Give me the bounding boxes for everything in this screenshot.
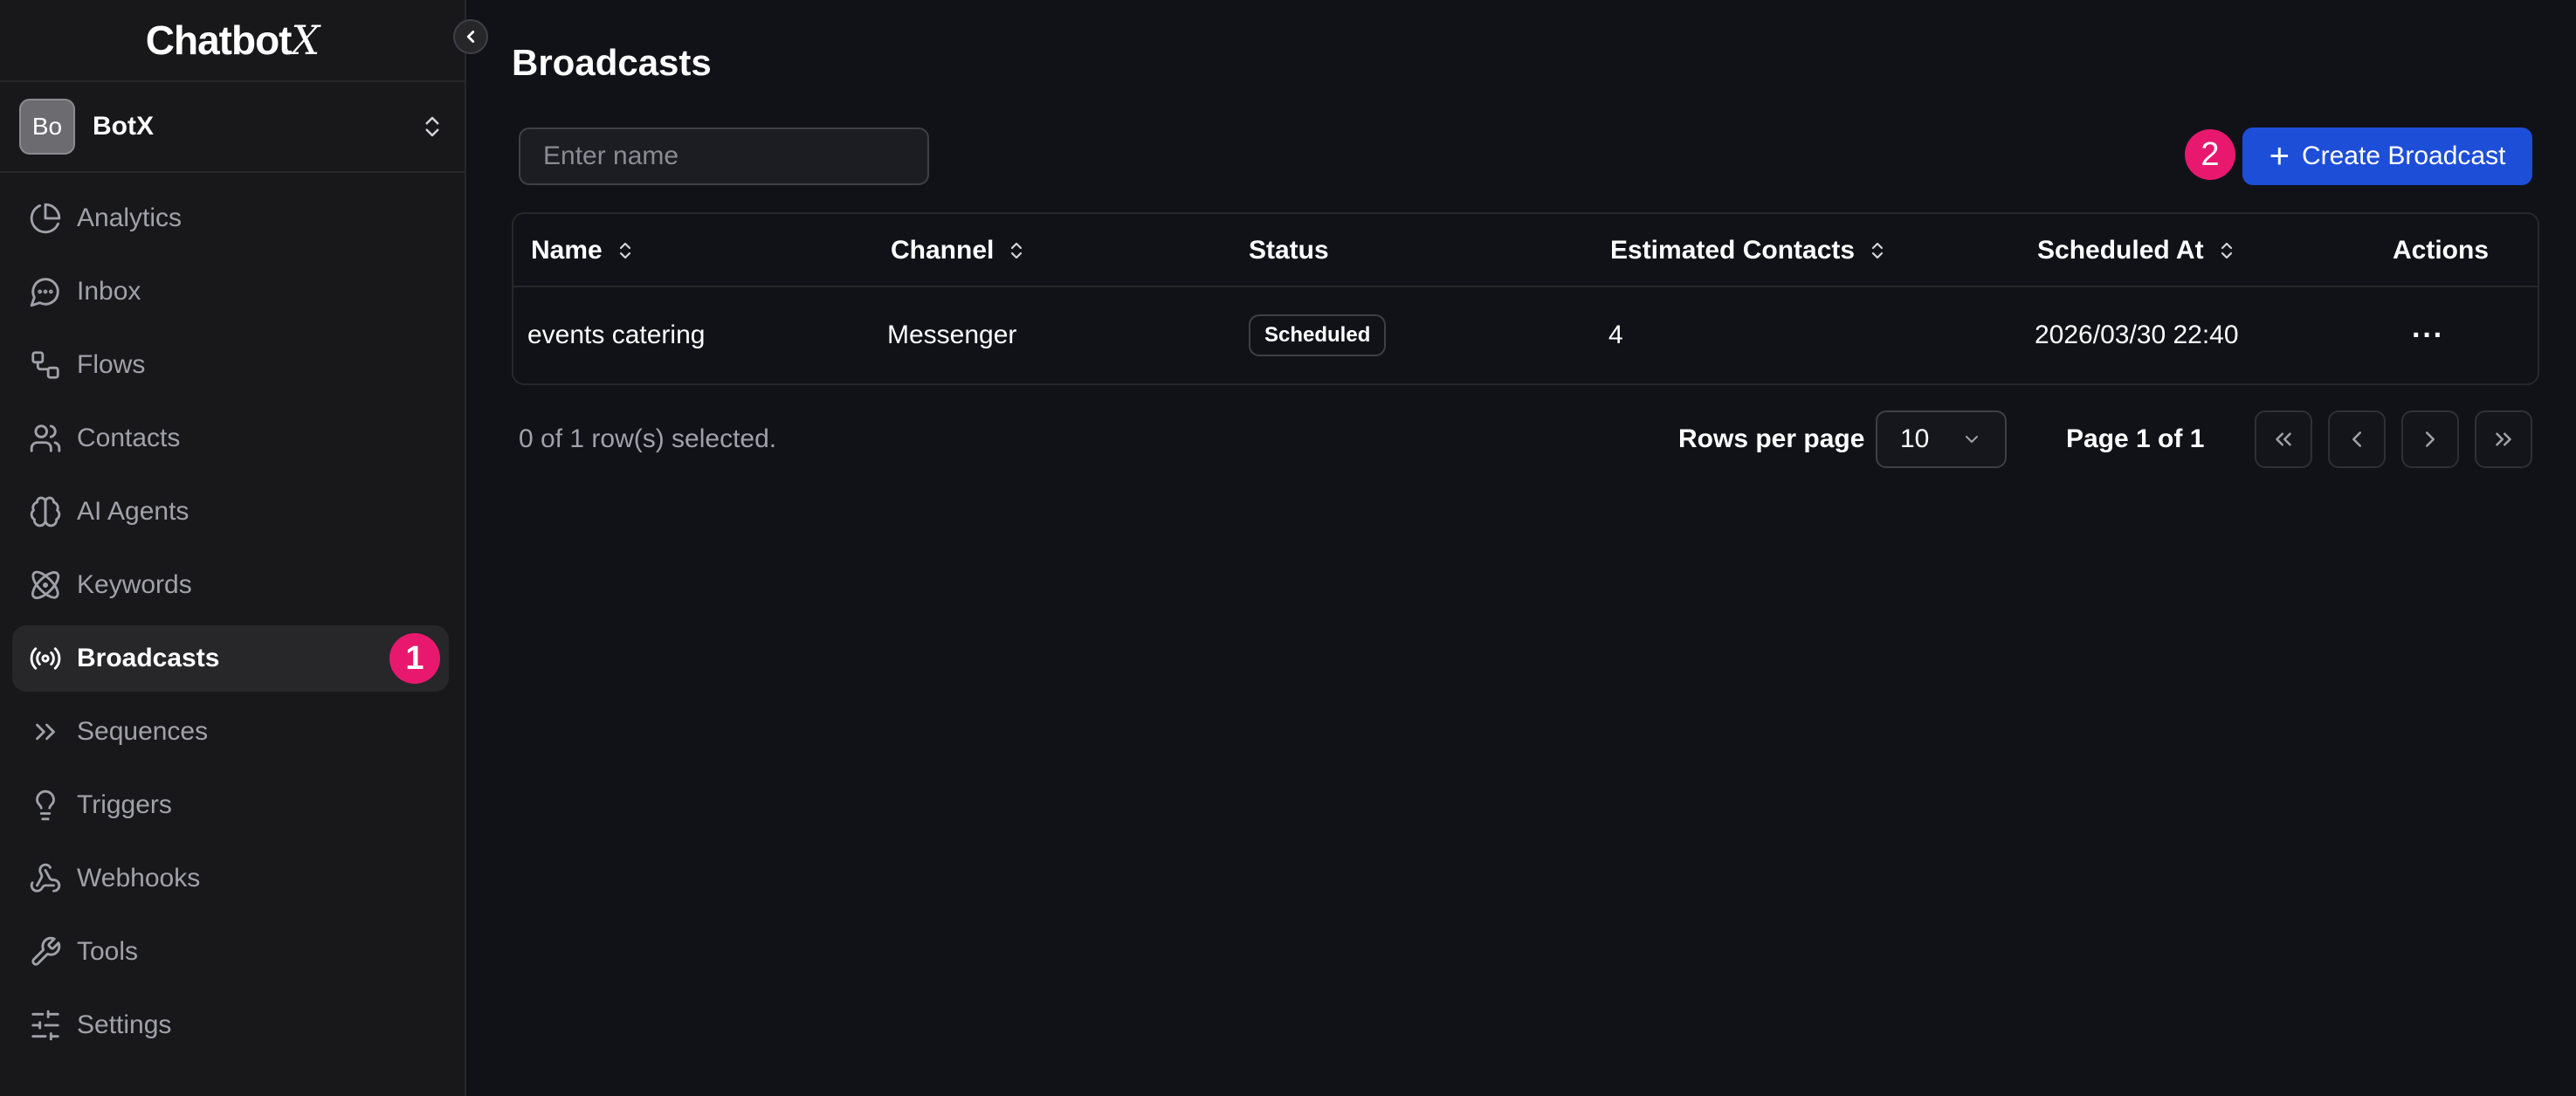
next-page-button[interactable]	[2401, 410, 2459, 468]
rows-per-page-value: 10	[1900, 424, 1930, 453]
page-title: Broadcasts	[512, 42, 712, 83]
column-label: Status	[1249, 236, 1329, 265]
sidebar-item-sequences[interactable]: Sequences	[12, 699, 449, 765]
step-marker-2: 2	[2185, 129, 2235, 180]
chevrons-up-down-icon	[425, 116, 439, 137]
create-broadcast-button[interactable]: + Create Broadcast	[2242, 128, 2532, 185]
sidebar-item-label: Inbox	[77, 277, 141, 306]
column-header-actions: Actions	[2393, 214, 2489, 287]
brain-icon	[28, 494, 63, 529]
brand-logo: Chatbot X	[0, 0, 465, 82]
row-actions-button[interactable]: ···	[2412, 319, 2444, 353]
brand-name-x: X	[291, 17, 320, 64]
chevrons-right-icon	[2496, 432, 2511, 446]
sidebar-item-analytics[interactable]: Analytics	[12, 185, 449, 252]
chevron-right-icon	[2426, 431, 2435, 447]
cell-status: Scheduled	[1249, 287, 1387, 383]
sidebar-item-label: Contacts	[77, 424, 181, 452]
sidebar-item-label: Flows	[77, 350, 146, 379]
sidebar-item-tools[interactable]: Tools	[12, 919, 449, 985]
pie-chart-icon	[28, 201, 63, 236]
sidebar-item-label: Webhooks	[77, 864, 201, 893]
sidebar-item-label: AI Agents	[77, 497, 189, 526]
rows-per-page-select[interactable]: 10	[1876, 410, 2007, 468]
chevrons-right-icon	[28, 714, 63, 749]
sidebar-item-settings[interactable]: Settings	[12, 992, 449, 1058]
flow-icon	[28, 348, 63, 383]
create-broadcast-label: Create Broadcast	[2301, 141, 2506, 170]
sort-icon	[2221, 242, 2232, 259]
column-header-channel[interactable]: Channel	[891, 214, 1027, 287]
sidebar-item-label: Keywords	[77, 570, 192, 599]
column-label: Actions	[2393, 236, 2490, 265]
last-page-button[interactable]	[2475, 410, 2532, 468]
column-header-name[interactable]: Name	[531, 214, 636, 287]
workspace-switcher[interactable]: Bo BotX	[0, 82, 465, 173]
step-marker-1: 1	[389, 633, 440, 684]
avatar: Bo	[19, 99, 75, 155]
sidebar-item-label: Broadcasts	[77, 644, 220, 672]
chevron-left-icon	[2352, 431, 2361, 447]
sidebar-item-flows[interactable]: Flows	[12, 332, 449, 398]
table-header: Name Channel Status Estimated Contacts S…	[513, 214, 2538, 287]
lightbulb-icon	[28, 788, 63, 823]
sidebar-item-label: Sequences	[77, 717, 209, 746]
column-header-status: Status	[1249, 214, 1329, 287]
column-header-scheduled-at[interactable]: Scheduled At	[2037, 214, 2237, 287]
previous-page-button[interactable]	[2328, 410, 2386, 468]
sidebar: Chatbot X Bo BotX Analytics Inbox Flows C…	[0, 0, 466, 1096]
message-circle-icon	[28, 274, 63, 309]
cell-actions: ···	[2412, 287, 2444, 383]
cell-scheduled-at: 2026/03/30 22:40	[2035, 321, 2239, 349]
radio-icon	[28, 641, 63, 676]
table-row[interactable]: events catering Messenger Scheduled 4 20…	[513, 287, 2538, 383]
chevron-left-icon	[466, 31, 475, 43]
workspace-name: BotX	[93, 112, 154, 141]
sidebar-item-triggers[interactable]: Triggers	[12, 772, 449, 838]
chevron-down-icon	[1966, 436, 1978, 443]
sidebar-item-label: Tools	[77, 937, 139, 966]
main-content: Broadcasts 2 + Create Broadcast Name Cha…	[468, 0, 2576, 1096]
column-header-estimated-contacts[interactable]: Estimated Contacts	[1610, 214, 1888, 287]
webhook-icon	[28, 861, 63, 896]
brand-name-main: Chatbot	[145, 17, 293, 63]
plus-icon: +	[2269, 137, 2290, 176]
sort-icon	[1871, 242, 1884, 259]
sort-icon	[1011, 242, 1023, 259]
sidebar-item-label: Analytics	[77, 203, 183, 232]
sidebar-item-broadcasts[interactable]: Broadcasts 1	[12, 625, 449, 692]
sidebar-item-keywords[interactable]: Keywords	[12, 552, 449, 618]
sort-icon	[619, 242, 630, 259]
sidebar-item-webhooks[interactable]: Webhooks	[12, 845, 449, 912]
sidebar-item-label: Settings	[77, 1010, 172, 1039]
users-icon	[28, 421, 63, 456]
broadcasts-table: Name Channel Status Estimated Contacts S…	[512, 212, 2539, 385]
cell-name: events catering	[527, 321, 706, 349]
column-label: Channel	[891, 236, 995, 265]
sidebar-nav: Analytics Inbox Flows Contacts AI Agents…	[0, 173, 465, 1058]
atom-icon	[28, 568, 63, 603]
sidebar-item-inbox[interactable]: Inbox	[12, 258, 449, 325]
column-label: Name	[531, 236, 603, 265]
sidebar-collapse-button[interactable]	[453, 19, 488, 54]
sidebar-item-contacts[interactable]: Contacts	[12, 405, 449, 472]
column-label: Estimated Contacts	[1610, 236, 1856, 265]
sidebar-item-ai-agents[interactable]: AI Agents	[12, 479, 449, 545]
search-input[interactable]	[519, 128, 929, 185]
first-page-button[interactable]	[2255, 410, 2312, 468]
chevrons-left-icon	[2276, 432, 2291, 446]
rows-per-page-label: Rows per page	[1678, 424, 1865, 453]
status-badge: Scheduled	[1249, 314, 1387, 356]
page-indicator: Page 1 of 1	[2066, 424, 2205, 453]
wrench-icon	[28, 934, 63, 969]
cell-channel: Messenger	[887, 321, 1017, 349]
selection-status: 0 of 1 row(s) selected.	[519, 424, 777, 453]
cell-estimated-contacts: 4	[1608, 321, 1623, 349]
column-label: Scheduled At	[2037, 236, 2204, 265]
sidebar-item-label: Triggers	[77, 790, 172, 819]
sliders-icon	[28, 1008, 63, 1043]
